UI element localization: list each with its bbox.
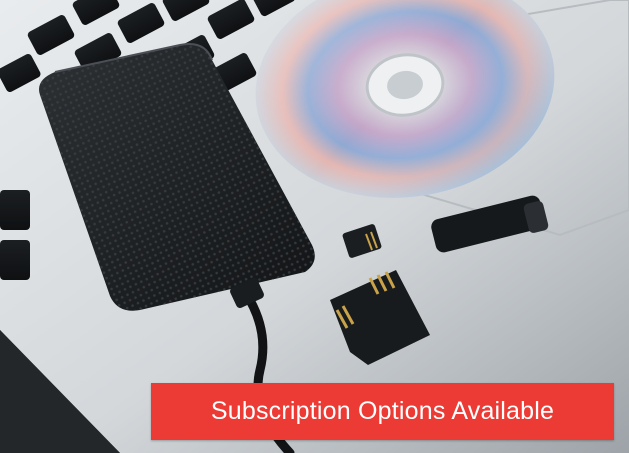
subscription-options-button[interactable]: Subscription Options Available <box>151 383 614 440</box>
hero-image-frame: Subscription Options Available <box>0 0 629 453</box>
